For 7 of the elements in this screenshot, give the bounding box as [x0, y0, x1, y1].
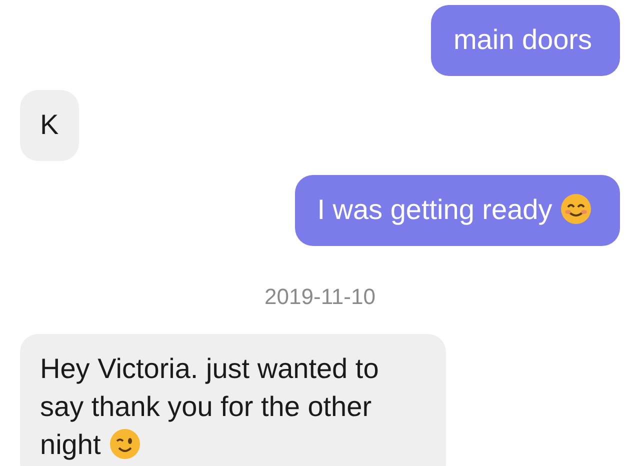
smiling-face-icon [560, 193, 592, 225]
date-separator: 2019-11-10 [264, 284, 376, 310]
received-message-bubble: Hey Victoria. just wanted to say thank you for the other night [20, 334, 446, 466]
received-message-bubble: K [20, 90, 79, 161]
winking-face-icon [108, 428, 140, 460]
sent-message-bubble: main doors [431, 5, 620, 76]
sent-message-bubble: I was getting ready [295, 175, 620, 246]
